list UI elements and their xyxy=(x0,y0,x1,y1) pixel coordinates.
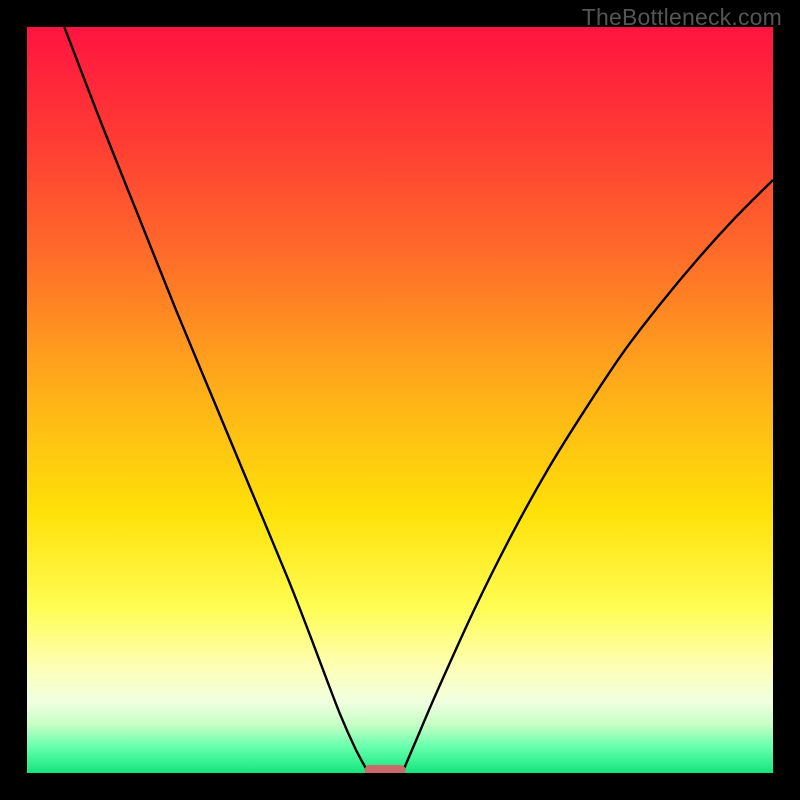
chart-frame: TheBottleneck.com xyxy=(0,0,800,800)
watermark-text: TheBottleneck.com xyxy=(582,4,782,31)
bottleneck-marker xyxy=(365,765,406,773)
gradient-background xyxy=(27,27,773,773)
plot-svg xyxy=(27,27,773,773)
plot-area xyxy=(27,27,773,773)
